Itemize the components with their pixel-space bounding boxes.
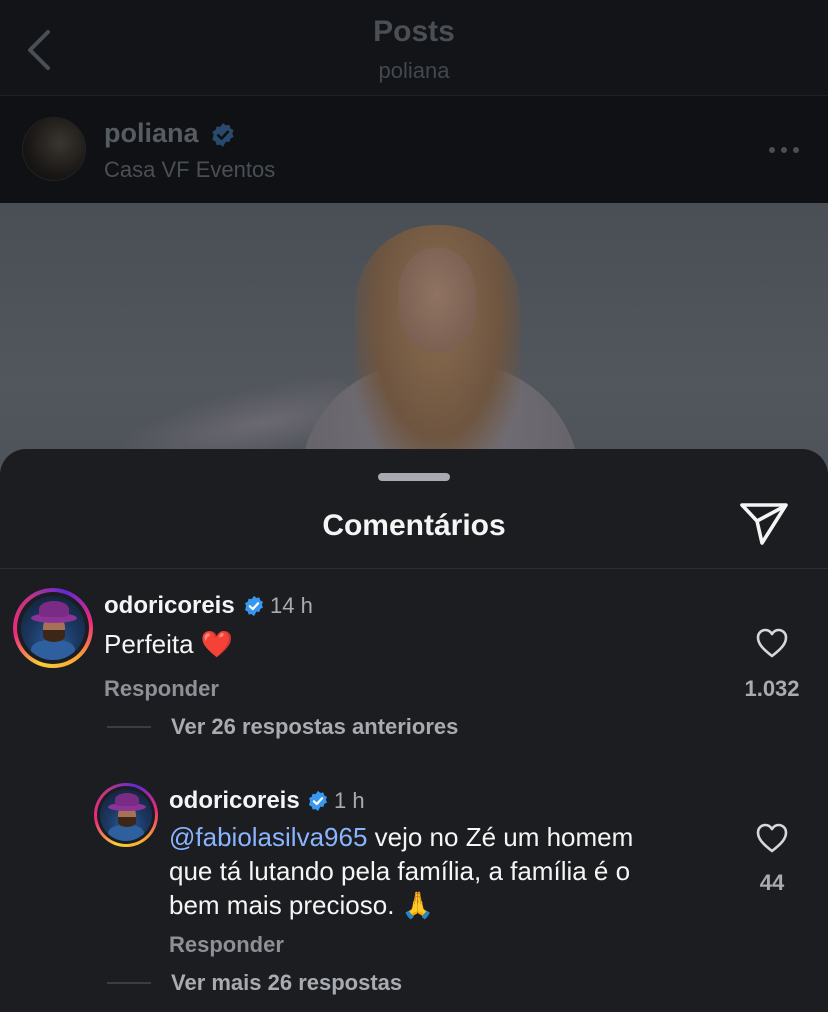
- praying-hands-emoji: 🙏: [401, 891, 435, 921]
- page-title: Posts: [373, 15, 455, 48]
- sheet-drag-handle[interactable]: [378, 473, 450, 481]
- reply-button[interactable]: Responder: [169, 932, 284, 958]
- comment-avatar[interactable]: [13, 588, 93, 668]
- comments-sheet: Comentários odoricoreis 14 h Perfeita ❤️…: [0, 449, 828, 1012]
- sheet-divider: [0, 568, 828, 569]
- top-navigation-bar: Posts poliana: [0, 0, 828, 96]
- comment-username[interactable]: odoricoreis: [104, 592, 235, 620]
- like-count: 1.032: [744, 676, 800, 701]
- post-author-username[interactable]: poliana: [104, 118, 199, 149]
- reply-body-line-2: que tá lutando pela família, a família é…: [169, 856, 631, 886]
- reply-avatar[interactable]: [94, 783, 158, 847]
- share-send-icon[interactable]: [738, 501, 790, 547]
- photo-face: [398, 248, 476, 353]
- post-header: [0, 96, 828, 202]
- heart-outline-icon[interactable]: [755, 822, 789, 854]
- like-count: 44: [759, 870, 785, 895]
- reply-time: 1 h: [334, 788, 365, 813]
- verified-badge-icon: [245, 595, 263, 617]
- verified-badge-icon: [309, 790, 327, 812]
- reply-username[interactable]: odoricoreis: [169, 787, 300, 815]
- comments-title: Comentários: [322, 509, 506, 542]
- heart-emoji: ❤️: [200, 630, 234, 660]
- page-subtitle: poliana: [378, 58, 450, 83]
- reply-button[interactable]: Responder: [104, 676, 219, 702]
- post-location[interactable]: Casa VF Eventos: [104, 157, 275, 183]
- reply-text: @fabiolasilva965 vejo no Zé um homem que…: [169, 820, 709, 923]
- thread-line: [107, 726, 151, 728]
- view-previous-replies-link[interactable]: Ver 26 respostas anteriores: [171, 714, 458, 740]
- more-dots-icon[interactable]: [766, 144, 802, 156]
- thread-line: [107, 982, 151, 984]
- reply-body-line-3: bem mais precioso.: [169, 890, 402, 920]
- verified-badge-icon: [212, 123, 234, 147]
- reply-body-line-1: vejo no Zé um homem: [367, 822, 634, 852]
- view-more-replies-link[interactable]: Ver mais 26 respostas: [171, 970, 402, 996]
- comment-body: Perfeita: [104, 629, 194, 659]
- mention-link[interactable]: @fabiolasilva965: [169, 822, 367, 852]
- heart-outline-icon[interactable]: [755, 627, 789, 659]
- post-author-avatar[interactable]: [22, 117, 86, 181]
- comment-time: 14 h: [270, 593, 313, 618]
- comment-text: Perfeita ❤️: [104, 627, 233, 662]
